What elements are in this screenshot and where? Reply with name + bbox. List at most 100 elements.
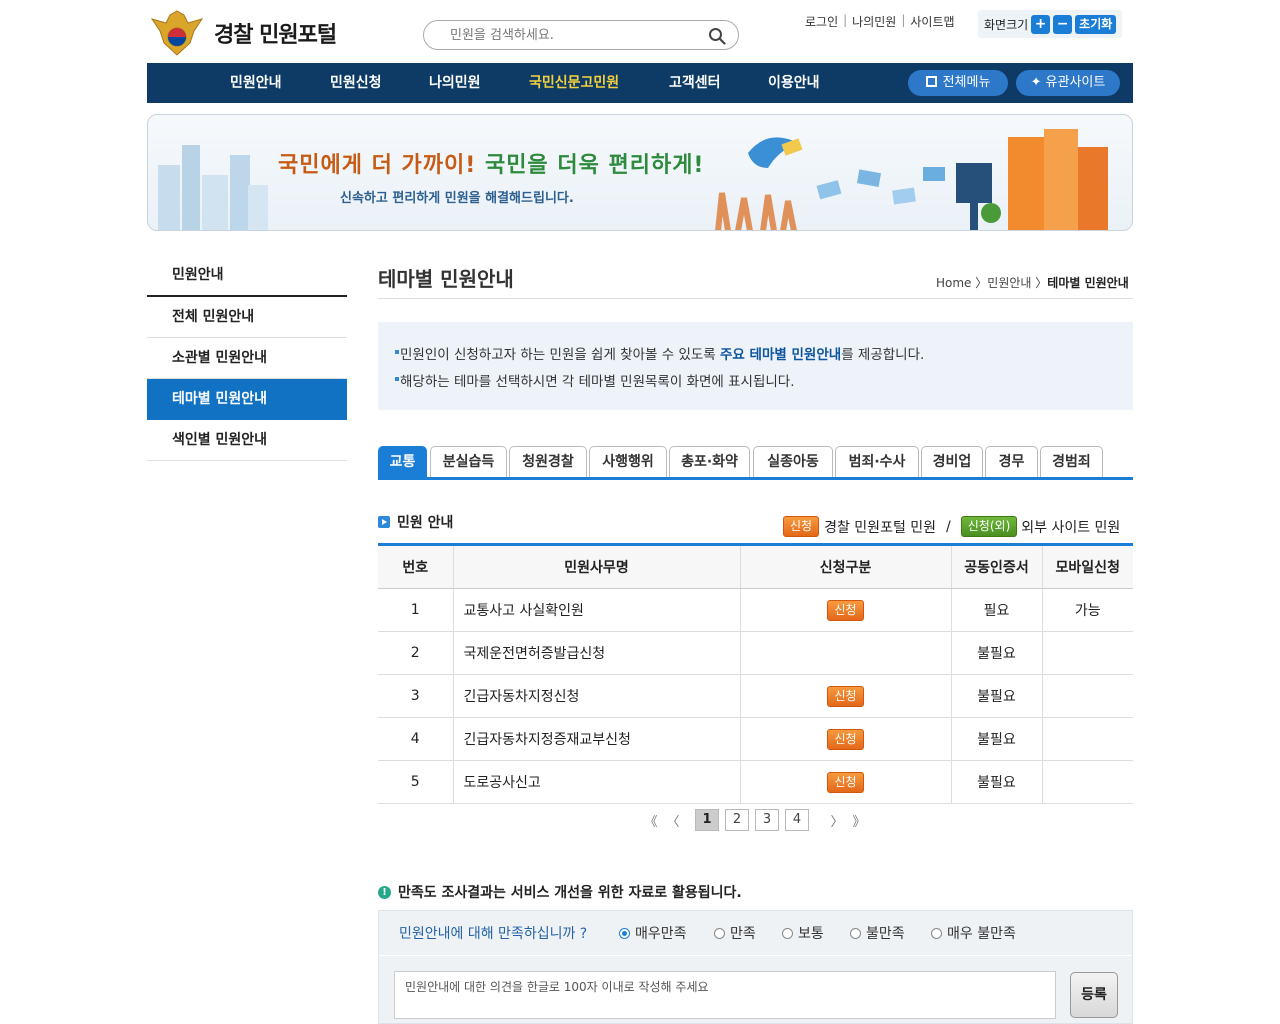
cell-name[interactable]: 국제운전면허증발급신청 — [453, 631, 741, 675]
info-text: 민원인이 신청하고자 하는 민원을 쉽게 찾아볼 수 있도록 — [400, 347, 720, 363]
col-header-certificate: 공동인증서 — [951, 543, 1043, 589]
nav-item-customer-center[interactable]: 고객센터 — [669, 63, 721, 103]
nav-item-epeople[interactable]: 국민신문고민원 — [529, 63, 619, 103]
opinion-textarea[interactable] — [394, 971, 1056, 1019]
tab-firearms[interactable]: 총포·화약 — [669, 446, 750, 477]
radio-very-satisfied[interactable]: 매우만족 — [619, 923, 687, 943]
cell-mobile — [1042, 674, 1133, 718]
legend-external-badge: 신청(외) — [960, 516, 1018, 537]
breadcrumb-home[interactable]: Home — [936, 276, 971, 290]
font-decrease-button[interactable]: − — [1053, 14, 1073, 34]
info-line-1: 민원인이 신청하고자 하는 민원을 쉽게 찾아볼 수 있도록 주요 테마별 민원… — [394, 343, 924, 363]
nav-item-my-civil[interactable]: 나의민원 — [429, 63, 481, 103]
font-increase-button[interactable]: + — [1031, 14, 1051, 34]
search-input[interactable] — [448, 26, 702, 44]
cell-apply: 신청 — [740, 588, 952, 632]
survey-question: 민원안내에 대해 만족하십니까 ? — [399, 926, 588, 942]
legend-external-text: 외부 사이트 민원 — [1021, 519, 1121, 536]
legend-internal-badge: 신청 — [783, 516, 820, 537]
breadcrumb-current: 테마별 민원안내 — [1047, 276, 1129, 290]
radio-neutral[interactable]: 보통 — [782, 923, 824, 943]
table-row: 1 교통사고 사실확인원 신청 필요 가능 — [378, 588, 1133, 632]
tab-lost-found[interactable]: 분실습득 — [430, 446, 507, 477]
apply-button[interactable]: 신청 — [827, 599, 864, 621]
slogan-part2: 국민을 더욱 편리하게! — [484, 153, 705, 178]
first-page-button[interactable]: 《 — [640, 811, 662, 830]
radio-dissatisfied[interactable]: 불만족 — [850, 923, 905, 943]
tab-speculative[interactable]: 사행행위 — [589, 446, 667, 477]
nav-item-civil-guide[interactable]: 민원안내 — [230, 63, 282, 103]
cell-name[interactable]: 긴급자동차지정증재교부신청 — [453, 717, 741, 761]
option-label: 매우만족 — [635, 926, 687, 942]
login-link[interactable]: 로그인 — [805, 13, 838, 30]
section-title: 민원 안내 — [378, 512, 453, 532]
tab-traffic[interactable]: 교통 — [378, 446, 427, 477]
tab-crime[interactable]: 범죄·수사 — [835, 446, 919, 477]
table-row: 3 긴급자동차지정신청 신청 불필요 — [378, 674, 1133, 718]
sidebar-item-by-theme[interactable]: 테마별 민원안내 — [147, 379, 347, 420]
page-3[interactable]: 3 — [755, 809, 779, 831]
last-page-button[interactable]: 》 — [848, 811, 870, 830]
survey-box: 민원안내에 대해 만족하십니까 ? 매우만족 만족 보통 불만족 매우 불만족 … — [378, 910, 1133, 1024]
my-civil-link[interactable]: 나의민원 — [852, 13, 896, 30]
cell-apply: 신청 — [740, 674, 952, 718]
apply-button[interactable]: 신청 — [827, 685, 864, 707]
separator: | — [901, 13, 906, 27]
tab-missing-child[interactable]: 실종아동 — [753, 446, 833, 477]
radio-icon[interactable] — [931, 927, 942, 939]
logo-text: 경찰 민원포털 — [214, 23, 337, 48]
breadcrumb-level1[interactable]: 민원안내 — [987, 276, 1031, 290]
city-buildings-illustration — [158, 145, 268, 230]
sidebar-item-by-index[interactable]: 색인별 민원안내 — [147, 420, 347, 461]
info-icon: ! — [378, 885, 391, 899]
radio-icon[interactable] — [714, 927, 725, 939]
page-1[interactable]: 1 — [695, 809, 719, 831]
tab-security[interactable]: 경비업 — [921, 446, 983, 477]
cell-name[interactable]: 긴급자동차지정신청 — [453, 674, 741, 718]
cell-name[interactable]: 교통사고 사실확인원 — [453, 588, 741, 632]
tab-petition-police[interactable]: 청원경찰 — [509, 446, 587, 477]
radio-selected-icon[interactable] — [619, 927, 630, 939]
sidebar-item-all[interactable]: 전체 민원안내 — [147, 297, 347, 338]
cell-certificate: 불필요 — [951, 631, 1043, 675]
nav-item-civil-apply[interactable]: 민원신청 — [330, 63, 382, 103]
nav-item-usage-guide[interactable]: 이용안내 — [768, 63, 820, 103]
cell-apply: 신청 — [740, 760, 952, 804]
cell-mobile: 가능 — [1042, 588, 1133, 632]
cell-no: 5 — [378, 760, 454, 804]
radio-satisfied[interactable]: 만족 — [714, 923, 756, 943]
section-title-text: 민원 안내 — [397, 515, 454, 531]
tab-administration[interactable]: 경무 — [985, 446, 1038, 477]
cell-mobile — [1042, 760, 1133, 804]
sidebar-item-by-department[interactable]: 소관별 민원안내 — [147, 338, 347, 379]
cell-name[interactable]: 도로공사신고 — [453, 760, 741, 804]
page-4[interactable]: 4 — [785, 809, 809, 831]
radio-icon[interactable] — [782, 927, 793, 939]
survey-title: ! 만족도 조사결과는 서비스 개선을 위한 자료로 활용됩니다. — [378, 882, 742, 902]
next-page-button[interactable]: 〉 — [826, 811, 848, 830]
cell-apply: 신청 — [740, 717, 952, 761]
apply-button[interactable]: 신청 — [827, 771, 864, 793]
radio-very-dissatisfied[interactable]: 매우 불만족 — [931, 923, 1016, 943]
theme-tabs: 교통 분실습득 청원경찰 사행행위 총포·화약 실종아동 범죄·수사 경비업 경… — [378, 446, 1133, 480]
sitemap-link[interactable]: 사이트맵 — [910, 13, 954, 30]
tab-minor-offense[interactable]: 경범죄 — [1040, 446, 1103, 477]
breadcrumb-arrow-icon: 〉 — [1035, 276, 1048, 290]
info-box: 민원인이 신청하고자 하는 민원을 쉽게 찾아볼 수 있도록 주요 테마별 민원… — [378, 322, 1133, 410]
apply-button[interactable]: 신청 — [827, 728, 864, 750]
prev-page-button[interactable]: 〈 — [662, 811, 684, 830]
survey-title-text: 만족도 조사결과는 서비스 개선을 위한 자료로 활용됩니다. — [398, 885, 742, 901]
cell-apply — [740, 631, 952, 675]
all-menu-button[interactable]: 전체메뉴 — [908, 70, 1008, 96]
font-reset-button[interactable]: 초기화 — [1075, 14, 1117, 34]
related-sites-button[interactable]: ✦ 유관사이트 — [1016, 70, 1120, 96]
radio-icon[interactable] — [850, 927, 861, 939]
submit-button[interactable]: 등록 — [1070, 972, 1118, 1018]
page-2[interactable]: 2 — [725, 809, 749, 831]
banner-subtitle: 신속하고 편리하게 민원을 해결해드립니다. — [340, 191, 574, 206]
search-box[interactable] — [423, 20, 739, 50]
cell-certificate: 필요 — [951, 588, 1043, 632]
pagination: 《 〈 1 2 3 4 〉 》 — [640, 809, 870, 831]
search-icon[interactable] — [708, 27, 726, 45]
site-logo[interactable]: 경찰 민원포털 — [150, 8, 370, 58]
